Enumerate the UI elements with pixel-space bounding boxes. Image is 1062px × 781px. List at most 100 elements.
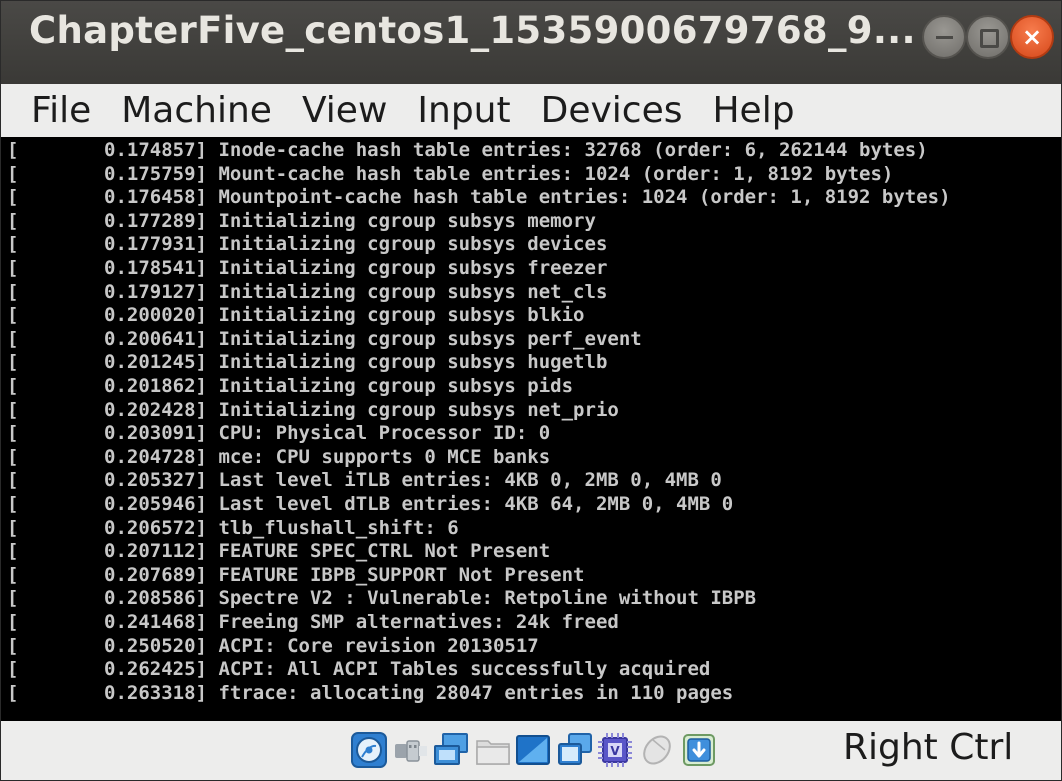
vm-console-screen[interactable]: [0.174857] Inode-cache hash table entrie… bbox=[1, 137, 1061, 721]
console-message: Initializing cgroup subsys devices bbox=[218, 233, 608, 256]
console-bracket: [ bbox=[7, 681, 19, 704]
shared-folders-icon[interactable] bbox=[475, 732, 511, 768]
console-timestamp: 0.206572] bbox=[104, 516, 207, 539]
console-message: ftrace: allocating 28047 entries in 110 … bbox=[218, 681, 734, 704]
console-line: [0.207112] FEATURE SPEC_CTRL Not Present bbox=[7, 540, 550, 564]
console-timestamp: 0.207689] bbox=[104, 563, 207, 586]
console-bracket: [ bbox=[7, 422, 19, 445]
status-bar: V Right Ctrl bbox=[1, 721, 1061, 780]
console-bracket: [ bbox=[7, 257, 19, 279]
menu-view[interactable]: View bbox=[302, 90, 387, 131]
console-bracket: [ bbox=[7, 445, 19, 468]
console-message: Mountpoint-cache hash table entries: 102… bbox=[218, 186, 951, 209]
console-timestamp: 0.178541] bbox=[104, 257, 207, 279]
console-message: Last level dTLB entries: 4KB 64, 2MB 0, … bbox=[218, 493, 734, 515]
display-icon[interactable] bbox=[515, 732, 551, 768]
console-bracket: [ bbox=[7, 209, 19, 232]
menu-input[interactable]: Input bbox=[417, 90, 510, 131]
console-timestamp: 0.201245] bbox=[104, 351, 207, 374]
console-line: [0.201245] Initializing cgroup subsys hu… bbox=[7, 351, 607, 375]
close-button[interactable]: × bbox=[1010, 15, 1054, 59]
console-timestamp: 0.177289] bbox=[104, 209, 207, 232]
close-icon: × bbox=[1021, 23, 1043, 51]
console-message: Initializing cgroup subsys perf_event bbox=[218, 327, 642, 350]
mouse-integration-icon[interactable] bbox=[639, 732, 675, 768]
console-line: [0.177289] Initializing cgroup subsys me… bbox=[7, 210, 596, 234]
console-timestamp: 0.200641] bbox=[104, 327, 207, 350]
host-key-label: Right Ctrl bbox=[843, 727, 1014, 768]
menu-bar: File Machine View Input Devices Help bbox=[1, 84, 1061, 137]
console-message: Last level iTLB entries: 4KB 0, 2MB 0, 4… bbox=[218, 469, 722, 492]
console-line: [0.262425] ACPI: All ACPI Tables success… bbox=[7, 658, 710, 682]
console-timestamp: 0.204728] bbox=[104, 445, 207, 468]
console-line: [0.177931] Initializing cgroup subsys de… bbox=[7, 233, 607, 257]
console-bracket: [ bbox=[7, 327, 19, 350]
video-capture-icon[interactable] bbox=[557, 732, 593, 768]
console-message: Mount-cache hash table entries: 1024 (or… bbox=[218, 162, 894, 185]
minimize-button[interactable] bbox=[922, 15, 966, 59]
console-bracket: [ bbox=[7, 375, 19, 397]
console-timestamp: 0.262425] bbox=[104, 658, 207, 681]
minimize-icon bbox=[924, 17, 964, 57]
console-bracket: [ bbox=[7, 658, 19, 681]
console-bracket: [ bbox=[7, 634, 19, 657]
console-line: [0.241468] Freeing SMP alternatives: 24k… bbox=[7, 611, 619, 635]
menu-help[interactable]: Help bbox=[712, 90, 794, 131]
console-line: [0.178541] Initializing cgroup subsys fr… bbox=[7, 257, 607, 281]
console-timestamp: 0.241468] bbox=[104, 611, 207, 633]
menu-devices[interactable]: Devices bbox=[541, 90, 683, 131]
console-timestamp: 0.263318] bbox=[104, 681, 207, 704]
console-bracket: [ bbox=[7, 233, 19, 256]
menu-machine[interactable]: Machine bbox=[121, 90, 272, 131]
console-line: [0.200020] Initializing cgroup subsys bl… bbox=[7, 304, 585, 328]
console-timestamp: 0.175759] bbox=[104, 162, 207, 185]
console-timestamp: 0.177931] bbox=[104, 233, 207, 256]
console-bracket: [ bbox=[7, 563, 19, 586]
console-bracket: [ bbox=[7, 540, 19, 563]
maximize-button[interactable] bbox=[966, 15, 1010, 59]
console-message: CPU: Physical Processor ID: 0 bbox=[218, 422, 551, 445]
console-message: Initializing cgroup subsys hugetlb bbox=[218, 351, 608, 374]
console-line: [0.200641] Initializing cgroup subsys pe… bbox=[7, 328, 642, 352]
title-bar[interactable]: ChapterFive_centos1_1535900679768_9... × bbox=[1, 1, 1061, 84]
network-icon[interactable] bbox=[433, 732, 469, 768]
console-message: Inode-cache hash table entries: 32768 (o… bbox=[218, 139, 928, 161]
console-message: mce: CPU supports 0 MCE banks bbox=[218, 445, 551, 468]
console-message: Initializing cgroup subsys net_prio bbox=[218, 398, 619, 421]
console-bracket: [ bbox=[7, 587, 19, 610]
window-title: ChapterFive_centos1_1535900679768_9... bbox=[29, 9, 916, 52]
console-bracket: [ bbox=[7, 493, 19, 515]
cpu-icon[interactable]: V bbox=[597, 732, 633, 768]
console-message: ACPI: All ACPI Tables successfully acqui… bbox=[218, 658, 711, 681]
console-bracket: [ bbox=[7, 162, 19, 185]
keyboard-capture-icon[interactable] bbox=[681, 732, 717, 768]
console-bracket: [ bbox=[7, 398, 19, 421]
optical-drive-icon[interactable] bbox=[351, 732, 387, 768]
console-line: [0.175759] Mount-cache hash table entrie… bbox=[7, 163, 893, 187]
console-timestamp: 0.207112] bbox=[104, 540, 207, 563]
console-message: Initializing cgroup subsys pids bbox=[218, 375, 574, 397]
console-timestamp: 0.205327] bbox=[104, 469, 207, 492]
usb-icon[interactable] bbox=[393, 732, 429, 768]
console-line: [0.207689] FEATURE IBPB_SUPPORT Not Pres… bbox=[7, 564, 585, 588]
virtualbox-window: ChapterFive_centos1_1535900679768_9... ×… bbox=[0, 0, 1062, 781]
console-timestamp: 0.250520] bbox=[104, 634, 207, 657]
console-bracket: [ bbox=[7, 611, 19, 633]
console-timestamp: 0.202428] bbox=[104, 398, 207, 421]
console-line: [0.205327] Last level iTLB entries: 4KB … bbox=[7, 469, 722, 493]
menu-file[interactable]: File bbox=[31, 90, 91, 131]
console-timestamp: 0.205946] bbox=[104, 493, 207, 515]
maximize-icon bbox=[968, 17, 1008, 57]
console-line: [0.203091] CPU: Physical Processor ID: 0 bbox=[7, 422, 550, 446]
console-message: Initializing cgroup subsys net_cls bbox=[218, 280, 608, 303]
console-line: [0.263318] ftrace: allocating 28047 entr… bbox=[7, 682, 733, 706]
console-line: [0.208586] Spectre V2 : Vulnerable: Retp… bbox=[7, 587, 756, 611]
console-line: [0.205946] Last level dTLB entries: 4KB … bbox=[7, 493, 733, 517]
console-message: Freeing SMP alternatives: 24k freed bbox=[218, 611, 619, 633]
console-message: ACPI: Core revision 20130517 bbox=[218, 634, 539, 657]
console-line: [0.176458] Mountpoint-cache hash table e… bbox=[7, 186, 951, 210]
console-message: FEATURE SPEC_CTRL Not Present bbox=[218, 540, 551, 563]
console-message: Initializing cgroup subsys freezer bbox=[218, 257, 608, 279]
console-timestamp: 0.176458] bbox=[104, 186, 207, 209]
console-bracket: [ bbox=[7, 186, 19, 209]
